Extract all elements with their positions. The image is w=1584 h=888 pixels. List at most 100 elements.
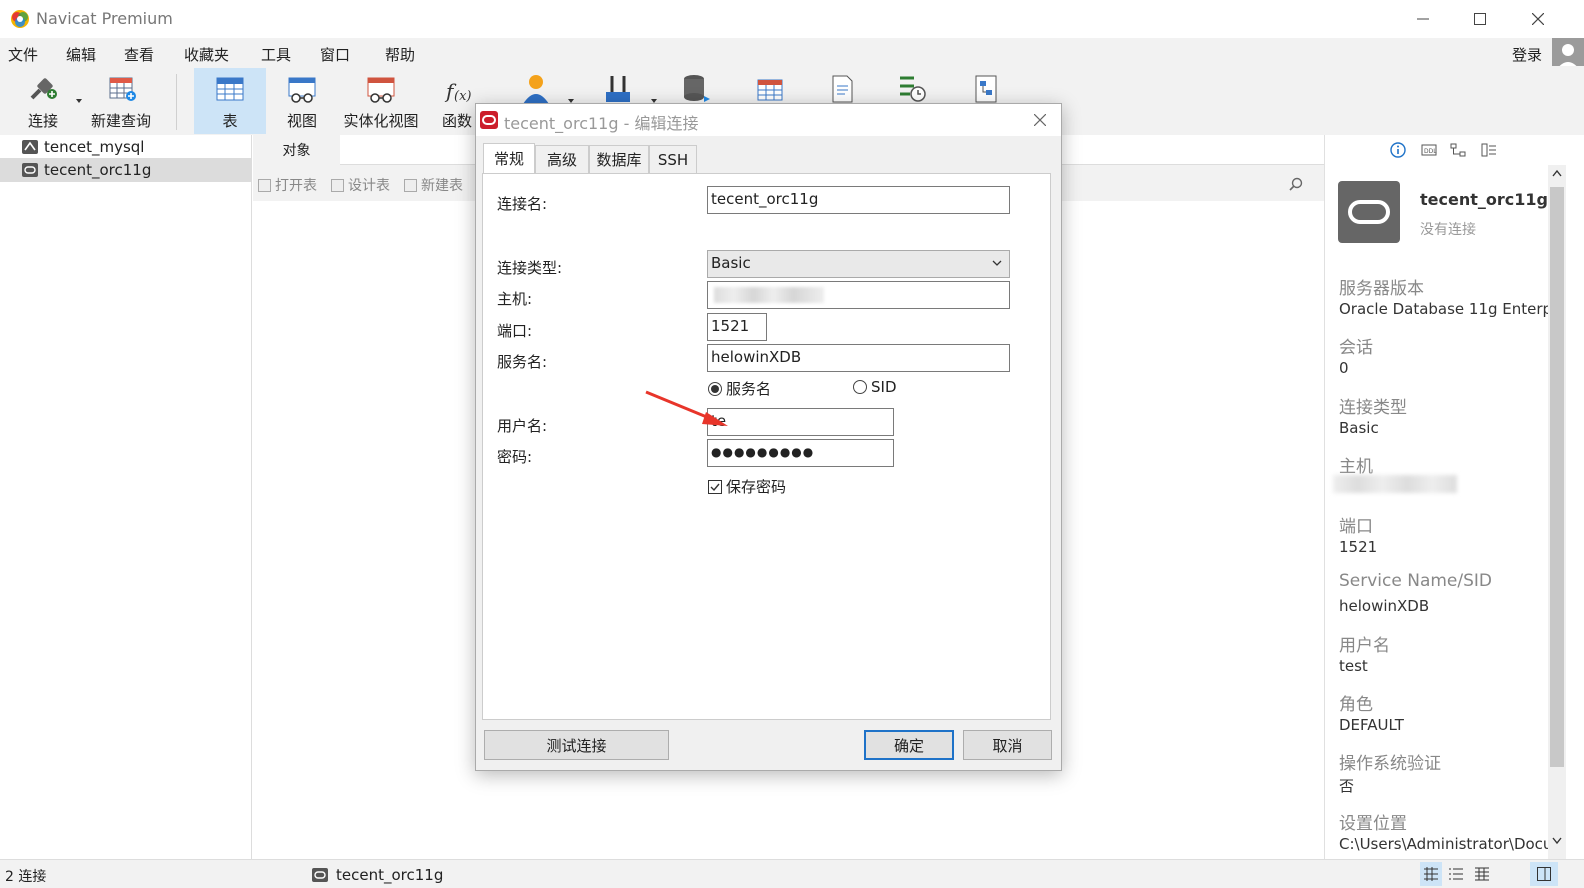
info-label: 用户名 (1339, 636, 1390, 656)
password-input[interactable]: ●●●●●●●●● (707, 439, 894, 467)
info-value: 1521 (1339, 538, 1378, 556)
oracle-connection-icon (22, 163, 38, 177)
save-password-checkbox[interactable]: 保存密码 (708, 476, 786, 497)
toolbar-separator (176, 74, 177, 130)
save-password-label: 保存密码 (726, 478, 787, 496)
connect-dropdown-icon[interactable] (76, 99, 82, 103)
close-icon (1532, 13, 1544, 25)
connect-label: 连接 (27, 112, 58, 130)
database-icon[interactable] (680, 72, 712, 104)
tab-advanced[interactable]: 高级 (535, 145, 589, 173)
grid-view-toggle[interactable] (1420, 862, 1442, 886)
menu-tools[interactable]: 工具 (261, 44, 291, 65)
schedule-icon[interactable] (896, 72, 928, 104)
minimize-button[interactable] (1394, 0, 1452, 38)
detail-view-icon[interactable] (1475, 867, 1489, 881)
info-icon[interactable] (1390, 142, 1406, 158)
er-diagram-icon[interactable] (1450, 142, 1466, 158)
close-window-button[interactable] (1509, 0, 1567, 38)
menu-favorites[interactable]: 收藏夹 (184, 44, 229, 65)
open-table-button[interactable]: 打开表 (258, 175, 317, 195)
svg-text:(x): (x) (454, 89, 471, 104)
info-label: 主机 (1339, 457, 1373, 477)
oracle-dialog-icon (480, 111, 498, 129)
radio-sid[interactable]: SID (853, 378, 897, 396)
open-table-label: 打开表 (275, 178, 317, 194)
dialog-close-button[interactable] (1027, 108, 1053, 132)
search-icon[interactable] (1289, 177, 1303, 191)
ok-button[interactable]: 确定 (864, 730, 954, 760)
user-icon[interactable] (520, 72, 552, 104)
tree-item-label: tencet_mysql (44, 138, 145, 156)
info-label: 角色 (1339, 695, 1373, 715)
new-query-button[interactable]: 新建查询 (88, 68, 154, 132)
new-table-button[interactable]: 新建表 (404, 175, 463, 195)
conn-name-input[interactable]: tecent_orc11g (707, 186, 1010, 214)
tools-icon[interactable] (602, 72, 634, 104)
grid-view-icon (1424, 867, 1438, 881)
menu-window[interactable]: 窗口 (320, 44, 350, 65)
host-label: 主机: (497, 290, 533, 308)
service-input[interactable]: helowinXDB (707, 344, 1010, 372)
menu-edit[interactable]: 编辑 (66, 44, 96, 65)
function-button[interactable]: f (x) 函数 (436, 68, 478, 132)
maximize-button[interactable] (1451, 0, 1509, 38)
menu-help[interactable]: 帮助 (385, 44, 415, 65)
list-view-icon[interactable] (1449, 867, 1463, 881)
materialized-view-icon (367, 77, 395, 103)
tab-database[interactable]: 数据库 (589, 145, 649, 173)
radio-sid-label: SID (871, 378, 897, 396)
info-label: Service Name/SID (1339, 571, 1493, 591)
scroll-down-icon[interactable] (1552, 837, 1562, 845)
menu-view[interactable]: 查看 (124, 44, 154, 65)
table-button[interactable]: 表 (194, 68, 266, 134)
scroll-up-icon[interactable] (1552, 169, 1562, 177)
user-label: 用户名: (497, 417, 548, 435)
login-link[interactable]: 登录 (1512, 44, 1542, 65)
tab-objects[interactable]: 对象 (253, 135, 340, 165)
new-table-icon (404, 178, 417, 192)
info-view-toggle[interactable] (1530, 862, 1558, 886)
cancel-button[interactable]: 取消 (963, 730, 1052, 760)
info-scrollbar[interactable] (1548, 165, 1566, 859)
preview-icon[interactable] (1481, 142, 1497, 158)
materialized-view-button[interactable]: 实体化视图 (340, 68, 422, 132)
tree-item-oracle[interactable]: tecent_orc11g (0, 158, 252, 182)
conn-type-label: 连接类型: (497, 259, 563, 277)
design-table-button[interactable]: 设计表 (331, 175, 390, 195)
document-icon[interactable] (826, 72, 858, 104)
title-bar: Navicat Premium (0, 0, 1584, 38)
dialog-title-bar: tecent_orc11g - 编辑连接 (476, 104, 1061, 136)
view-icon (288, 77, 316, 103)
close-icon (1034, 114, 1046, 126)
report-table-icon[interactable] (754, 72, 786, 104)
info-label: 操作系统验证 (1339, 754, 1441, 774)
chevron-down-icon (992, 260, 1002, 266)
tab-ssh[interactable]: SSH (649, 145, 697, 173)
port-input[interactable]: 1521 (707, 313, 767, 341)
menu-file[interactable]: 文件 (8, 44, 38, 65)
edit-connection-dialog: tecent_orc11g - 编辑连接 常规 高级 数据库 SSH 连接名: … (475, 103, 1062, 771)
oracle-logo-icon (1348, 200, 1390, 224)
radio-unchecked-icon (853, 380, 867, 394)
menu-bar: 文件 编辑 查看 收藏夹 工具 窗口 帮助 登录 (0, 38, 1584, 66)
oracle-connection-icon (312, 868, 328, 882)
conn-type-value: Basic (711, 254, 751, 272)
test-connection-button[interactable]: 测试连接 (484, 730, 669, 760)
open-table-icon (258, 178, 271, 192)
password-label: 密码: (497, 448, 533, 466)
scroll-thumb[interactable] (1550, 187, 1564, 767)
info-label: 连接类型 (1339, 398, 1407, 418)
conn-type-select[interactable]: Basic (707, 250, 1010, 278)
ddl-icon[interactable]: DDL (1421, 142, 1437, 158)
tree-item-label: tecent_orc11g (44, 161, 152, 179)
model-icon[interactable] (970, 72, 1002, 104)
tree-item-mysql[interactable]: tencet_mysql (0, 135, 252, 159)
view-button[interactable]: 视图 (276, 68, 328, 132)
connect-button[interactable]: 连接 (14, 68, 72, 132)
connection-tree: tencet_mysql tecent_orc11g (0, 135, 252, 859)
new-table-label: 新建表 (421, 178, 463, 194)
host-input[interactable] (707, 281, 1010, 309)
tab-general[interactable]: 常规 (483, 143, 535, 173)
info-value: test (1339, 657, 1368, 675)
